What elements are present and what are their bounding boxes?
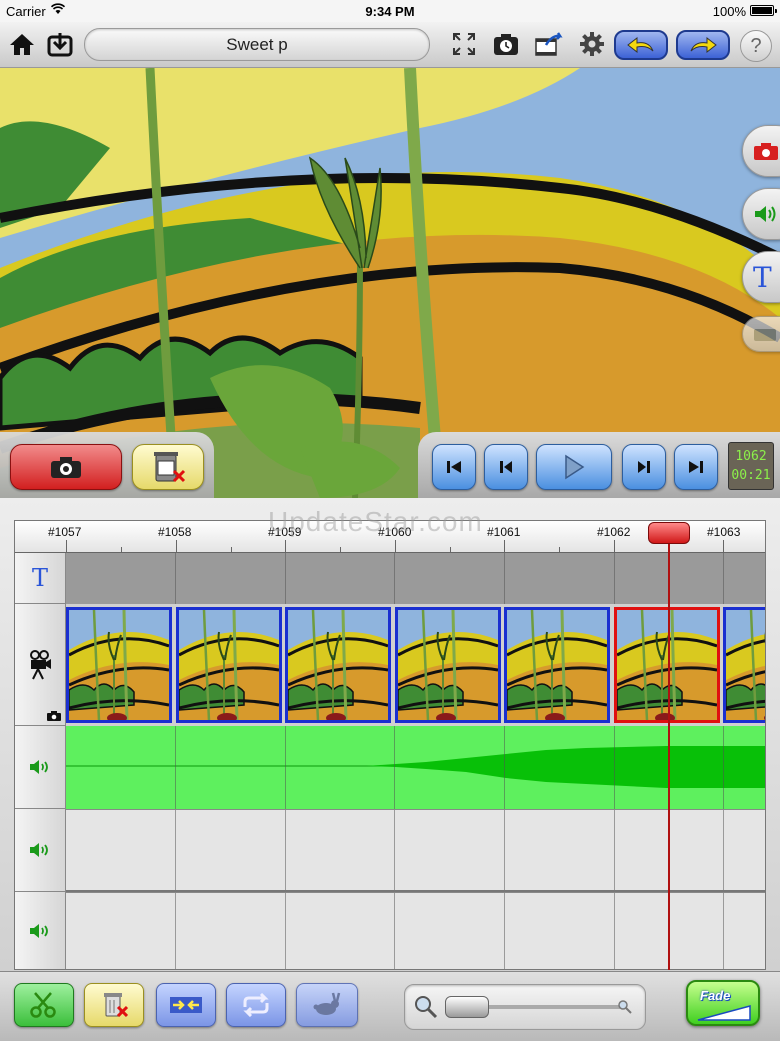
text-icon: T bbox=[753, 260, 772, 294]
audio-track-header-1[interactable] bbox=[15, 726, 66, 809]
gear-icon[interactable] bbox=[576, 28, 608, 60]
clock: 9:34 PM bbox=[365, 4, 415, 19]
frame-thumbnail-image bbox=[726, 610, 765, 720]
export-icon[interactable] bbox=[533, 28, 565, 60]
timelapse-camera-icon[interactable] bbox=[490, 28, 522, 60]
ruler-label: #1063 bbox=[707, 525, 741, 539]
import-icon[interactable] bbox=[44, 28, 76, 60]
split-button[interactable] bbox=[14, 983, 74, 1027]
timecode: 00:21 bbox=[731, 468, 771, 483]
speed-button[interactable] bbox=[296, 983, 358, 1027]
text-track[interactable] bbox=[66, 553, 765, 604]
playhead bbox=[668, 540, 670, 970]
audio-track-header-3[interactable] bbox=[15, 892, 66, 969]
skip-to-end-icon bbox=[689, 461, 703, 473]
skip-to-start-button[interactable] bbox=[432, 444, 476, 490]
frame-thumbnail-image bbox=[178, 610, 279, 720]
frame-thumbnail-image bbox=[507, 610, 607, 720]
trash-icon bbox=[104, 993, 129, 1018]
zoom-control bbox=[404, 984, 646, 1030]
video-track-header[interactable] bbox=[15, 604, 66, 726]
text-icon: T bbox=[31, 564, 48, 592]
merge-button[interactable] bbox=[156, 983, 216, 1027]
project-title-field[interactable]: Sweet p bbox=[84, 28, 430, 61]
loop-button[interactable] bbox=[226, 983, 286, 1027]
zoom-out-icon[interactable] bbox=[413, 994, 439, 1020]
text-track-header[interactable]: T bbox=[15, 553, 66, 604]
battery-icon bbox=[750, 5, 777, 16]
play-button[interactable] bbox=[536, 444, 612, 490]
ruler-label: #1058 bbox=[158, 525, 192, 539]
fullscreen-icon[interactable] bbox=[448, 28, 480, 60]
frame-counter: 1062 00:21 bbox=[728, 442, 774, 490]
zoom-in-icon[interactable] bbox=[617, 999, 633, 1015]
watermark: UpdateStar.com bbox=[268, 506, 483, 537]
battery-percent: 100% bbox=[712, 4, 746, 19]
rabbit-icon bbox=[313, 992, 341, 1015]
skip-to-end-button[interactable] bbox=[674, 444, 718, 490]
audio-track-1[interactable] bbox=[66, 726, 765, 809]
fade-label: Fade bbox=[700, 988, 731, 1003]
video-track[interactable] bbox=[66, 604, 765, 726]
play-icon bbox=[565, 454, 585, 480]
frame-thumbnail-image bbox=[616, 610, 717, 720]
audio-track-3[interactable] bbox=[66, 892, 765, 969]
zoom-slider-thumb[interactable] bbox=[445, 996, 489, 1018]
fade-ramp-icon bbox=[697, 1005, 751, 1021]
redo-button[interactable] bbox=[676, 30, 730, 60]
undo-button[interactable] bbox=[614, 30, 668, 60]
delete-frame-icon bbox=[154, 452, 186, 483]
camera-icon bbox=[754, 143, 778, 160]
frame-thumbnail-image bbox=[397, 610, 498, 720]
frame-thumbnail-image bbox=[288, 610, 388, 720]
step-forward-icon bbox=[638, 461, 650, 473]
ruler-label: #1062 bbox=[597, 525, 631, 539]
audio-track-2[interactable] bbox=[66, 809, 765, 892]
status-bar: Carrier 9:34 PM 100% bbox=[0, 0, 780, 22]
help-button[interactable]: ? bbox=[740, 30, 772, 62]
audio-waveform bbox=[66, 746, 765, 788]
ruler-label: #1061 bbox=[487, 525, 521, 539]
speaker-icon bbox=[30, 760, 48, 774]
frame-thumbnail[interactable] bbox=[66, 607, 172, 723]
playhead-handle[interactable] bbox=[648, 522, 690, 544]
step-back-icon bbox=[500, 461, 512, 473]
overlay-icon bbox=[754, 329, 776, 341]
camera-icon bbox=[47, 711, 61, 721]
frame-thumbnail[interactable] bbox=[175, 607, 282, 723]
movie-camera-icon bbox=[30, 649, 51, 679]
frame-number: 1062 bbox=[735, 449, 767, 464]
capture-button[interactable] bbox=[10, 444, 122, 490]
top-toolbar: Sweet p ? bbox=[0, 22, 780, 68]
loop-icon bbox=[243, 993, 269, 1017]
home-icon[interactable] bbox=[6, 28, 38, 60]
speaker-icon bbox=[30, 924, 48, 938]
audio-track-header-2[interactable] bbox=[15, 809, 66, 892]
step-back-button[interactable] bbox=[484, 444, 528, 490]
frame-thumbnail[interactable] bbox=[723, 607, 765, 723]
camera-icon bbox=[51, 457, 81, 478]
skip-to-start-icon bbox=[447, 461, 461, 473]
timeline[interactable]: #1057 #1058 #1059 #1060 #1061 #1062 #106… bbox=[14, 520, 766, 970]
merge-icon bbox=[170, 997, 202, 1013]
overlay-side-tab[interactable] bbox=[742, 316, 780, 352]
delete-frame-button[interactable] bbox=[132, 444, 204, 490]
speaker-icon bbox=[755, 206, 776, 222]
step-forward-button[interactable] bbox=[622, 444, 666, 490]
speaker-icon bbox=[30, 843, 48, 857]
delete-button[interactable] bbox=[84, 983, 144, 1027]
frame-thumbnail[interactable] bbox=[613, 607, 720, 723]
undo-icon bbox=[627, 36, 654, 54]
redo-icon bbox=[690, 36, 717, 54]
frame-thumbnail[interactable] bbox=[394, 607, 501, 723]
ruler-label: #1057 bbox=[48, 525, 82, 539]
fade-button[interactable]: Fade bbox=[686, 980, 760, 1026]
scissors-icon bbox=[30, 992, 56, 1018]
frame-thumbnail[interactable] bbox=[285, 607, 391, 723]
frame-thumbnail[interactable] bbox=[504, 607, 610, 723]
frame-thumbnail-image bbox=[69, 610, 169, 720]
